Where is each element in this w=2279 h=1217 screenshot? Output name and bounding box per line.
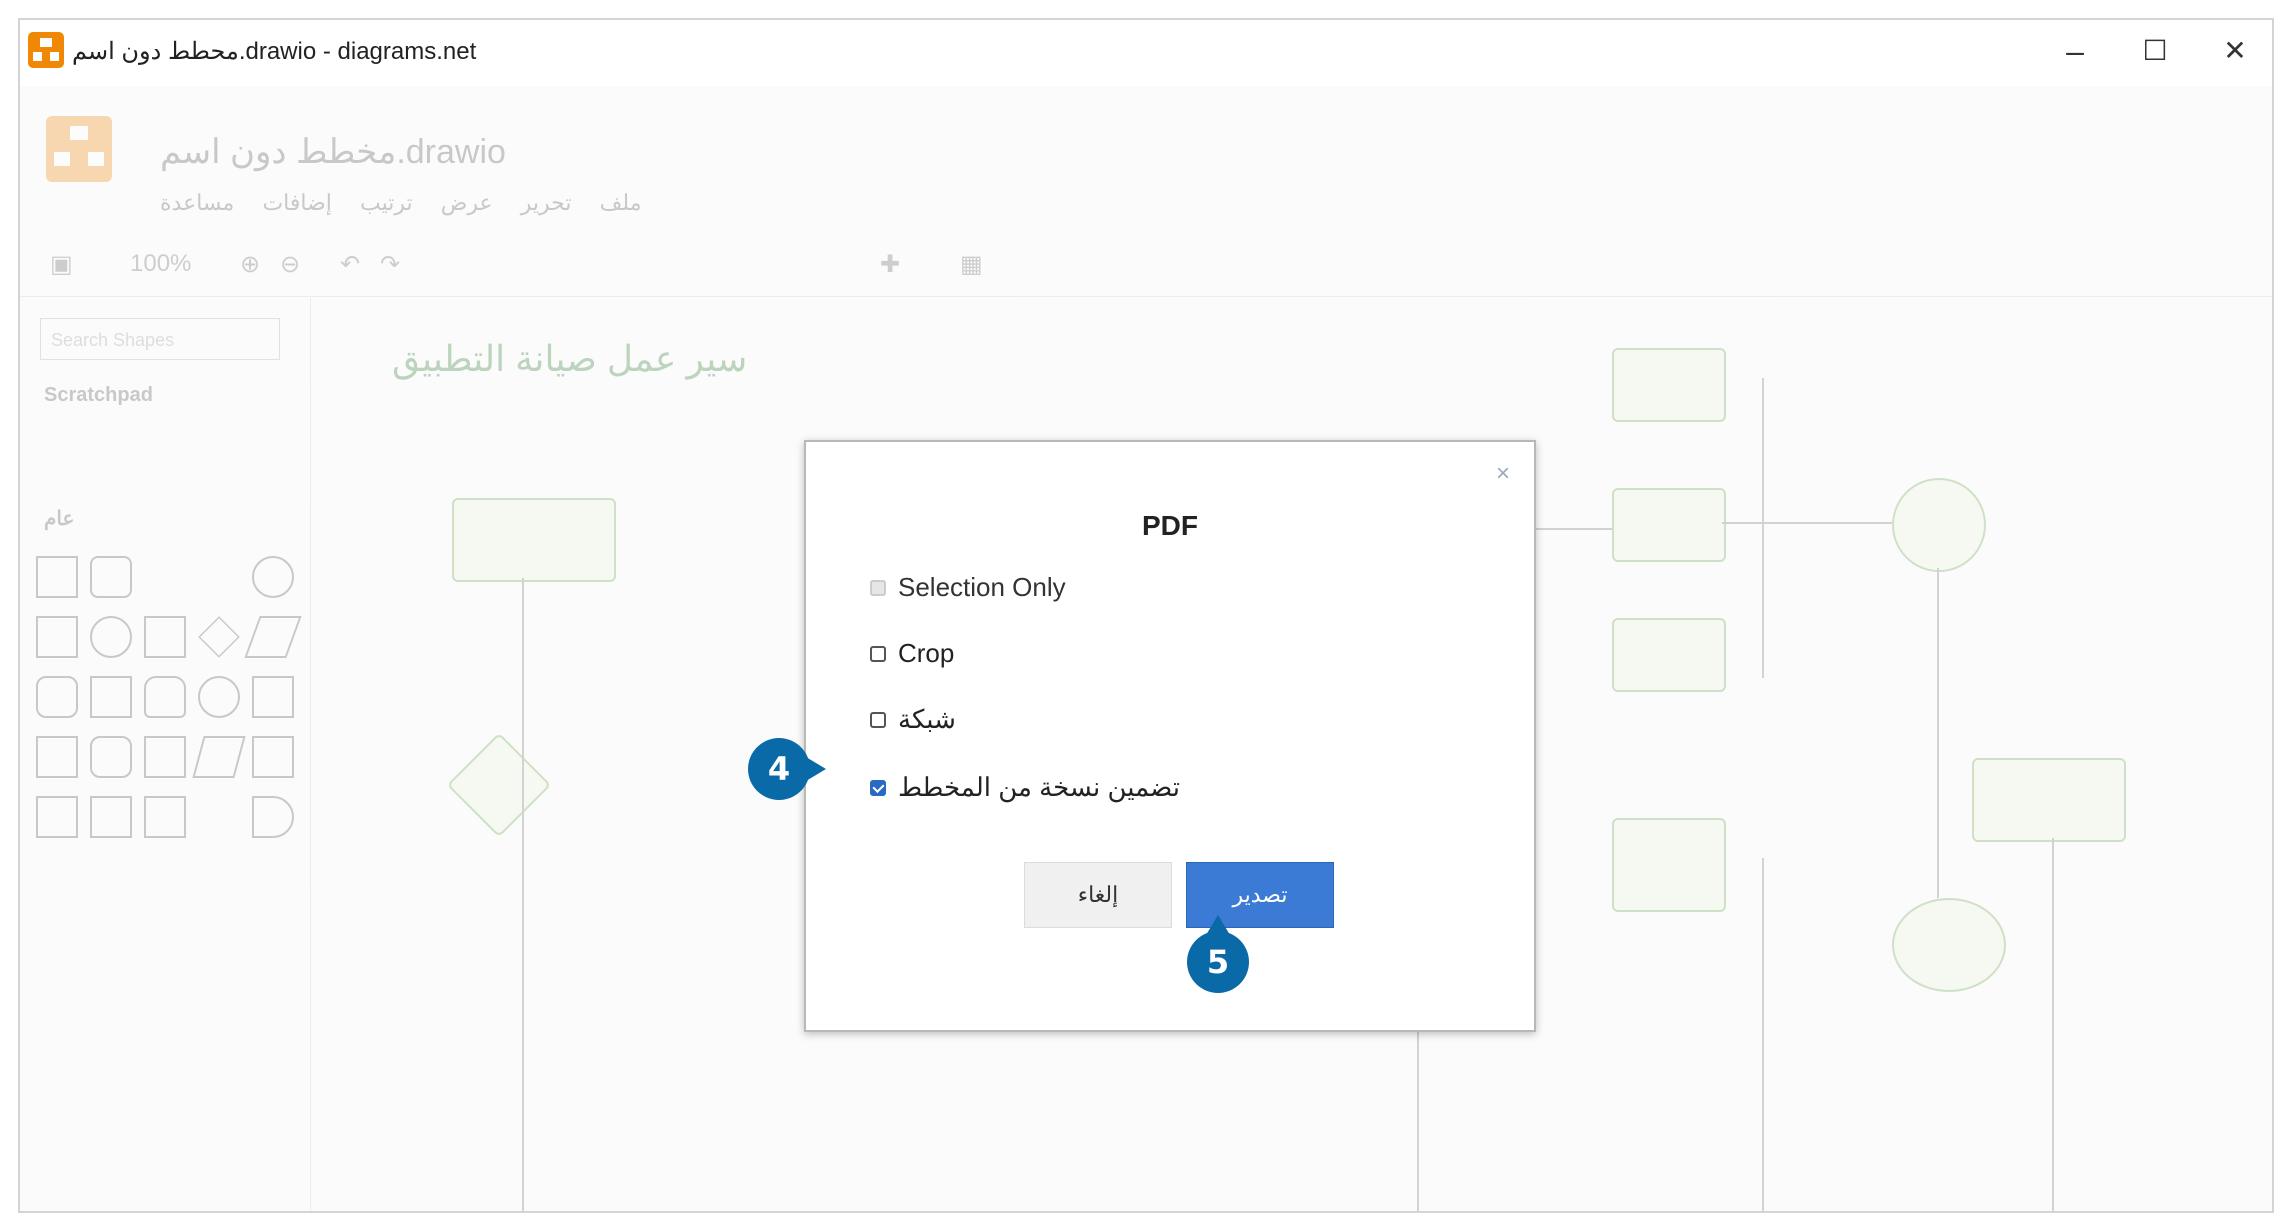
shapes-sidebar: Search Shapes Scratchpad عام (20, 298, 311, 1211)
parallelogram-shape[interactable] (244, 616, 302, 658)
menu-item-extras[interactable]: إضافات (262, 190, 331, 215)
dialog-title: PDF (1142, 510, 1198, 541)
step-5-callout: 5 (1187, 931, 1249, 993)
grid-label: شبكة (898, 704, 956, 734)
diagram-node[interactable] (446, 732, 552, 838)
diagram-node[interactable] (1612, 818, 1726, 912)
close-icon[interactable]: × (1496, 460, 1510, 488)
drawio-app-icon (28, 32, 64, 68)
crop-option[interactable]: Crop (870, 638, 954, 669)
pdf-export-dialog: × PDF Selection Only Crop شبكة تضمين نسخ… (804, 440, 1536, 1032)
actor-shape[interactable] (198, 796, 240, 838)
insert-icon[interactable]: ✚ (880, 250, 900, 279)
note-shape[interactable] (36, 796, 78, 838)
drawio-logo-icon (46, 116, 112, 182)
redo-icon[interactable]: ↷ (380, 250, 400, 279)
diagram-title-label[interactable]: سير عمل صيانة التطبيق (392, 338, 747, 380)
document-shape[interactable] (252, 676, 294, 718)
connector-line (2052, 838, 2054, 1211)
connector-line (1762, 858, 1764, 1211)
app-window: محطط دون اسم.drawio - diagrams.net – ☐ ✕… (18, 18, 2274, 1213)
triangle-shape[interactable] (90, 676, 132, 718)
textbox-shape[interactable] (198, 556, 240, 598)
connector-line (1722, 522, 1892, 524)
title-bar: محطط دون اسم.drawio - diagrams.net – ☐ ✕ (20, 20, 2272, 86)
diagram-node[interactable] (1972, 758, 2126, 842)
menu-item-view[interactable]: عرض (441, 190, 493, 215)
scratchpad-header[interactable]: Scratchpad (44, 384, 153, 407)
selection-only-checkbox (870, 579, 886, 596)
card-shape[interactable] (90, 796, 132, 838)
include-copy-option[interactable]: تضمين نسخة من المخطط (870, 772, 1180, 803)
menu-item-arrange[interactable]: ترتيب (360, 190, 413, 215)
diamond-shape[interactable] (198, 616, 240, 658)
step-5-pointer (1206, 915, 1230, 935)
zoom-out-icon[interactable]: ⊖ (280, 250, 300, 279)
cancel-button[interactable]: إلغاء (1024, 862, 1172, 928)
diagram-node[interactable] (1892, 898, 2006, 992)
callout-shape[interactable] (144, 796, 186, 838)
include-copy-label: تضمين نسخة من المخطط (898, 772, 1180, 802)
selection-only-label: Selection Only (898, 572, 1066, 602)
diagram-node[interactable] (1612, 618, 1726, 692)
step-shape[interactable] (144, 736, 186, 778)
diagram-node[interactable] (1892, 478, 1986, 572)
internal-storage-shape[interactable] (36, 736, 78, 778)
cloud-shape[interactable] (198, 676, 240, 718)
rectangle-shape[interactable] (36, 556, 78, 598)
tape-shape[interactable] (252, 736, 294, 778)
menu-bar: ملف تحرير عرض ترتيب إضافات مساعدة (160, 190, 663, 216)
minimize-button[interactable]: – (2040, 30, 2110, 72)
window-title: محطط دون اسم.drawio - diagrams.net (72, 38, 477, 65)
zoom-in-icon[interactable]: ⊕ (240, 250, 260, 279)
table-icon[interactable]: ▦ (960, 250, 983, 279)
search-shapes-input[interactable]: Search Shapes (40, 318, 280, 360)
cube-shape[interactable] (90, 736, 132, 778)
diagram-node[interactable] (1612, 488, 1726, 562)
general-section-header[interactable]: عام (44, 506, 74, 531)
menu-item-file[interactable]: ملف (600, 190, 642, 215)
process-shape[interactable] (144, 616, 186, 658)
close-button[interactable]: ✕ (2200, 30, 2270, 72)
trapezoid-shape[interactable] (192, 736, 246, 778)
menu-item-help[interactable]: مساعدة (160, 190, 234, 215)
diagram-node[interactable] (452, 498, 616, 582)
or-shape[interactable] (252, 796, 294, 838)
text-shape[interactable] (144, 556, 186, 598)
format-panel-icon[interactable]: ▣ (50, 250, 73, 279)
undo-icon[interactable]: ↶ (340, 250, 360, 279)
document-title[interactable]: مخطط دون اسم.drawio (160, 132, 506, 172)
selection-only-option: Selection Only (870, 572, 1066, 603)
hexagon-shape[interactable] (36, 676, 78, 718)
square-shape[interactable] (36, 616, 78, 658)
connector-line (1762, 378, 1764, 678)
rounded-rectangle-shape[interactable] (90, 556, 132, 598)
include-copy-checkbox[interactable] (870, 779, 886, 796)
circle-shape[interactable] (90, 616, 132, 658)
shapes-grid (32, 548, 302, 846)
diagram-node[interactable] (1612, 348, 1726, 422)
grid-option[interactable]: شبكة (870, 704, 956, 735)
crop-checkbox[interactable] (870, 645, 886, 662)
menu-item-edit[interactable]: تحرير (521, 190, 572, 215)
grid-checkbox[interactable] (870, 711, 886, 728)
step-4-pointer (806, 757, 826, 781)
connector-line (522, 578, 524, 1211)
ellipse-shape[interactable] (252, 556, 294, 598)
maximize-button[interactable]: ☐ (2120, 30, 2190, 72)
step-4-callout: 4 (748, 738, 810, 800)
connector-line (1937, 568, 1939, 898)
crop-label: Crop (898, 638, 955, 668)
toolbar: ▣ 100% ⊕ ⊖ ↶ ↷ ✚ ▦ (20, 236, 2272, 297)
cylinder-shape[interactable] (144, 676, 186, 718)
zoom-select[interactable]: 100% (130, 250, 191, 278)
